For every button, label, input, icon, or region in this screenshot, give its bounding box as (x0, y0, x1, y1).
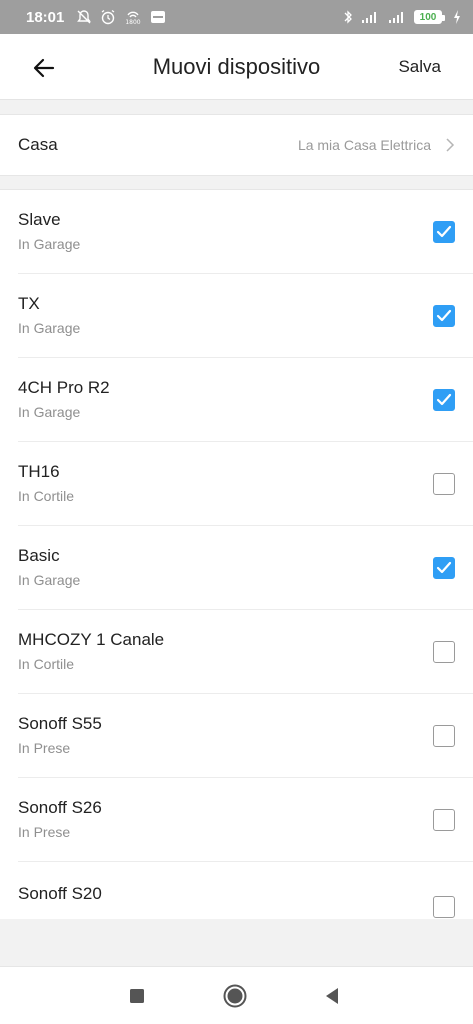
device-name: MHCOZY 1 Canale (18, 630, 165, 649)
checkmark-icon (436, 561, 452, 574)
alarm-clock-icon (100, 9, 116, 25)
recents-button[interactable] (124, 983, 150, 1009)
device-room: In Prese (18, 824, 71, 840)
home-selector[interactable]: Casa La mia Casa Elettrica (0, 114, 473, 176)
device-room: In Cortile (18, 656, 75, 672)
device-row[interactable]: Basic In Garage (0, 526, 473, 610)
app-header: Muovi dispositivo Salva (0, 34, 473, 100)
message-icon (150, 10, 166, 24)
device-room: In Garage (18, 572, 81, 588)
svg-text:1800: 1800 (126, 19, 141, 25)
device-name: Slave (18, 210, 61, 229)
device-name: Sonoff S26 (18, 798, 102, 817)
device-room: In Prese (18, 740, 71, 756)
device-row[interactable]: MHCOZY 1 Canale In Cortile (0, 610, 473, 694)
save-button[interactable]: Salva (398, 57, 441, 77)
device-checkbox[interactable] (433, 389, 455, 411)
chevron-right-icon (446, 138, 455, 152)
battery-level: 100 (419, 11, 437, 23)
hotspot-icon: 1800 (124, 9, 142, 25)
device-room: In Garage (18, 320, 81, 336)
device-name: Sonoff S55 (18, 714, 102, 733)
status-right-icons: 100 (343, 9, 461, 25)
device-checkbox[interactable] (433, 221, 455, 243)
device-checkbox[interactable] (433, 809, 455, 831)
recents-square-icon (130, 989, 144, 1003)
device-row[interactable]: TX In Garage (0, 274, 473, 358)
device-checkbox[interactable] (433, 305, 455, 327)
home-circle-icon (223, 984, 247, 1008)
signal-icon (387, 10, 407, 24)
device-row[interactable]: Sonoff S20 (0, 862, 473, 946)
device-name: 4CH Pro R2 (18, 378, 110, 397)
device-room: In Garage (18, 236, 81, 252)
system-nav-bar (0, 966, 473, 1024)
device-name: TX (18, 294, 40, 313)
home-button[interactable] (222, 983, 248, 1009)
device-checkbox[interactable] (433, 896, 455, 918)
device-checkbox[interactable] (433, 473, 455, 495)
charging-icon (453, 10, 461, 24)
battery-icon: 100 (414, 10, 445, 24)
device-row[interactable]: TH16 In Cortile (0, 442, 473, 526)
bluetooth-icon (343, 9, 353, 25)
device-row[interactable]: Sonoff S26 In Prese (0, 778, 473, 862)
device-checkbox[interactable] (433, 641, 455, 663)
device-list: Slave In Garage TX In Garage 4CH Pro R2 … (0, 189, 473, 919)
device-row[interactable]: Slave In Garage (0, 190, 473, 274)
home-value: La mia Casa Elettrica (297, 137, 431, 153)
device-checkbox[interactable] (433, 725, 455, 747)
device-room: In Garage (18, 404, 81, 420)
device-checkbox[interactable] (433, 557, 455, 579)
device-name: Sonoff S20 (18, 884, 102, 903)
status-bar: 18:01 1800 100 (0, 0, 473, 34)
status-time: 18:01 (26, 8, 65, 26)
muted-bell-icon (76, 9, 92, 25)
checkmark-icon (436, 393, 452, 406)
device-name: Basic (18, 546, 60, 565)
checkmark-icon (436, 225, 452, 238)
device-room: In Cortile (18, 488, 75, 504)
back-triangle-icon (326, 988, 338, 1004)
device-row[interactable]: 4CH Pro R2 In Garage (0, 358, 473, 442)
home-label: Casa (18, 135, 58, 154)
checkmark-icon (436, 309, 452, 322)
back-nav-button[interactable] (319, 983, 345, 1009)
device-name: TH16 (18, 462, 60, 481)
device-row[interactable]: Sonoff S55 In Prese (0, 694, 473, 778)
signal-icon (360, 10, 380, 24)
status-left-icons: 1800 (76, 9, 166, 25)
